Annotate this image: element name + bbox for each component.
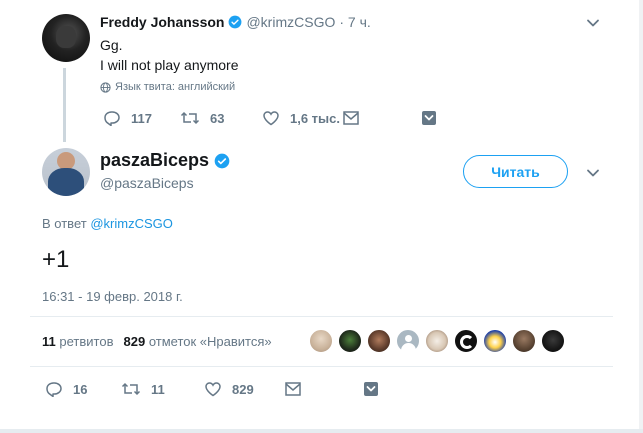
message-icon[interactable] (342, 110, 360, 126)
liker-avatar[interactable] (337, 328, 363, 354)
heart-icon (204, 381, 222, 397)
liker-avatar[interactable] (511, 328, 537, 354)
bottom-edge (0, 429, 643, 433)
parent-text-line2: I will not play anymore (100, 57, 239, 73)
verified-icon (228, 15, 242, 29)
parent-like-action[interactable]: 1,6 тыс. (262, 110, 340, 126)
likes-stat-count: 829 (123, 334, 146, 349)
parent-author-name[interactable]: Freddy Johansson (100, 14, 224, 30)
reply-context: В ответ @krimzCSGO (42, 216, 173, 231)
liker-avatar[interactable] (366, 328, 392, 354)
parent-retweet-action[interactable]: 63 (180, 110, 224, 126)
liker-avatar[interactable] (540, 328, 566, 354)
stats-row: 11 ретвитов 829 отметок «Нравится» (42, 334, 272, 349)
reply-action[interactable]: 16 (45, 381, 87, 397)
parent-caret-icon[interactable] (586, 16, 600, 30)
verified-icon (214, 153, 230, 169)
divider-bottom (30, 366, 613, 367)
reply-prefix: В ответ (42, 216, 87, 231)
main-tweet-text: +1 (42, 246, 70, 273)
follow-button[interactable]: Читать (463, 155, 568, 188)
retweets-stat-count: 11 (42, 334, 56, 349)
liker-avatar[interactable] (482, 328, 508, 354)
main-timestamp[interactable]: 16:31 - 19 февр. 2018 г. (42, 289, 183, 304)
liker-avatar[interactable] (424, 328, 450, 354)
reply-to-link[interactable]: @krimzCSGO (90, 216, 173, 231)
main-avatar[interactable] (42, 148, 90, 196)
retweets-stat-label: ретвитов (59, 334, 114, 349)
retweet-action[interactable]: 11 (121, 381, 165, 397)
retweet-icon (180, 110, 200, 126)
likes-stat[interactable]: 829 отметок «Нравится» (123, 334, 271, 349)
parent-reply-count: 117 (131, 110, 152, 126)
parent-time[interactable]: · 7 ч. (339, 14, 370, 30)
scroll-edge (639, 0, 643, 433)
like-count: 829 (232, 381, 254, 397)
parent-reply-action[interactable]: 117 (103, 110, 152, 126)
parent-handle[interactable]: @krimzCSGO (246, 14, 335, 30)
parent-like-count: 1,6 тыс. (290, 110, 340, 126)
likers-row (308, 328, 573, 356)
parent-retweet-count: 63 (210, 110, 225, 126)
liker-avatar[interactable] (395, 328, 421, 354)
language-note-text: Язык твита: английский (115, 81, 236, 93)
parent-text-line1: Gg. (100, 37, 123, 53)
retweets-stat[interactable]: 11 ретвитов (42, 334, 113, 349)
reply-count: 16 (73, 381, 88, 397)
globe-icon (100, 81, 111, 93)
reply-icon (103, 110, 121, 126)
main-author-name[interactable]: paszaBiceps (100, 150, 209, 171)
save-icon[interactable] (420, 110, 438, 126)
like-action[interactable]: 829 (204, 381, 254, 397)
retweet-icon (121, 381, 141, 397)
parent-tweet-text: Gg. I will not play anymore (100, 35, 239, 75)
heart-icon (262, 110, 280, 126)
main-author-block: paszaBiceps @paszaBiceps (100, 150, 230, 191)
divider-top (30, 316, 613, 317)
parent-header: Freddy Johansson @krimzCSGO · 7 ч. (100, 14, 371, 30)
liker-avatar[interactable] (453, 328, 479, 354)
parent-avatar[interactable] (42, 14, 90, 62)
main-caret-icon[interactable] (586, 166, 600, 180)
language-note: Язык твита: английский (100, 81, 235, 93)
likes-stat-label: отметок «Нравится» (148, 334, 272, 349)
main-handle[interactable]: @paszaBiceps (100, 175, 230, 191)
reply-icon (45, 381, 63, 397)
save-icon[interactable] (362, 381, 380, 397)
liker-avatar[interactable] (308, 328, 334, 354)
thread-line (63, 68, 66, 142)
retweet-count: 11 (151, 381, 165, 397)
message-icon[interactable] (284, 381, 302, 397)
